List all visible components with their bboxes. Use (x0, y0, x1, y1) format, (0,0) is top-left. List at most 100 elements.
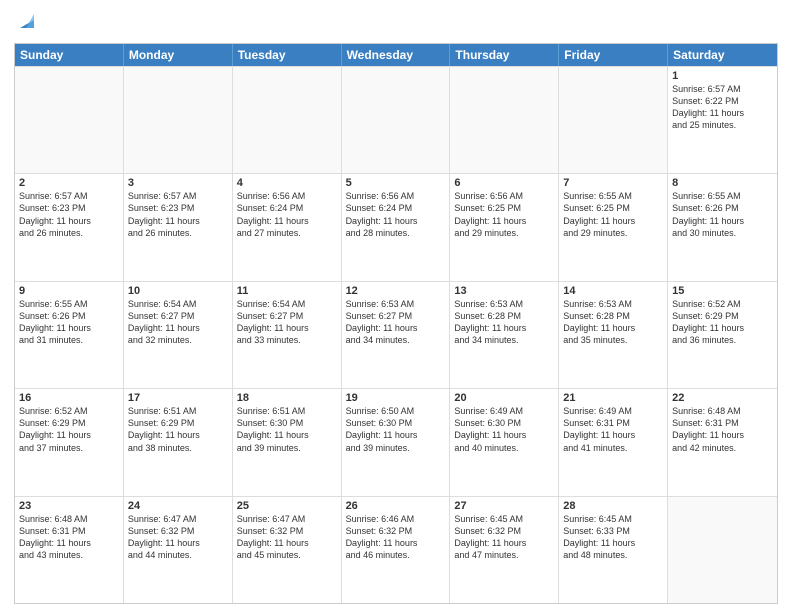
day-cell-19: 19Sunrise: 6:50 AM Sunset: 6:30 PM Dayli… (342, 389, 451, 495)
day-info: Sunrise: 6:53 AM Sunset: 6:28 PM Dayligh… (454, 298, 554, 347)
day-number: 2 (19, 177, 119, 189)
empty-cell-0-2 (233, 67, 342, 173)
calendar-body: 1Sunrise: 6:57 AM Sunset: 6:22 PM Daylig… (15, 66, 777, 603)
empty-cell-0-5 (559, 67, 668, 173)
day-number: 22 (672, 392, 773, 404)
logo-icon (16, 10, 38, 32)
day-cell-16: 16Sunrise: 6:52 AM Sunset: 6:29 PM Dayli… (15, 389, 124, 495)
day-number: 15 (672, 285, 773, 297)
day-number: 16 (19, 392, 119, 404)
day-cell-11: 11Sunrise: 6:54 AM Sunset: 6:27 PM Dayli… (233, 282, 342, 388)
day-info: Sunrise: 6:52 AM Sunset: 6:29 PM Dayligh… (19, 405, 119, 454)
day-cell-17: 17Sunrise: 6:51 AM Sunset: 6:29 PM Dayli… (124, 389, 233, 495)
day-number: 1 (672, 70, 773, 82)
day-cell-26: 26Sunrise: 6:46 AM Sunset: 6:32 PM Dayli… (342, 497, 451, 603)
day-cell-21: 21Sunrise: 6:49 AM Sunset: 6:31 PM Dayli… (559, 389, 668, 495)
week-row-2: 2 Sunrise: 6:57 AM Sunset: 6:23 PM Daylig… (15, 173, 777, 280)
day-cell-10: 10Sunrise: 6:54 AM Sunset: 6:27 PM Dayli… (124, 282, 233, 388)
day-info: Sunrise: 6:57 AM Sunset: 6:23 PM Dayligh… (128, 190, 228, 239)
logo-text (14, 10, 38, 37)
empty-cell-0-1 (124, 67, 233, 173)
day-cell-9: 9Sunrise: 6:55 AM Sunset: 6:26 PM Daylig… (15, 282, 124, 388)
week-row-3: 9Sunrise: 6:55 AM Sunset: 6:26 PM Daylig… (15, 281, 777, 388)
day-cell-4: 4Sunrise: 6:56 AM Sunset: 6:24 PM Daylig… (233, 174, 342, 280)
day-cell-12: 12Sunrise: 6:53 AM Sunset: 6:27 PM Dayli… (342, 282, 451, 388)
day-number: 7 (563, 177, 663, 189)
day-number: 5 (346, 177, 446, 189)
day-cell-25: 25Sunrise: 6:47 AM Sunset: 6:32 PM Dayli… (233, 497, 342, 603)
empty-cell-4-6 (668, 497, 777, 603)
day-cell-3: 3Sunrise: 6:57 AM Sunset: 6:23 PM Daylig… (124, 174, 233, 280)
day-cell-24: 24Sunrise: 6:47 AM Sunset: 6:32 PM Dayli… (124, 497, 233, 603)
day-info: Sunrise: 6:56 AM Sunset: 6:25 PM Dayligh… (454, 190, 554, 239)
day-info: Sunrise: 6:54 AM Sunset: 6:27 PM Dayligh… (128, 298, 228, 347)
header (14, 10, 778, 37)
day-info: Sunrise: 6:45 AM Sunset: 6:33 PM Dayligh… (563, 513, 663, 562)
day-info: Sunrise: 6:49 AM Sunset: 6:31 PM Dayligh… (563, 405, 663, 454)
day-cell-2: 2Sunrise: 6:57 AM Sunset: 6:23 PM Daylig… (15, 174, 124, 280)
week-row-5: 23Sunrise: 6:48 AM Sunset: 6:31 PM Dayli… (15, 496, 777, 603)
day-number: 8 (672, 177, 773, 189)
header-cell-friday: Friday (559, 44, 668, 66)
day-info: Sunrise: 6:55 AM Sunset: 6:26 PM Dayligh… (672, 190, 773, 239)
day-number: 21 (563, 392, 663, 404)
day-info: Sunrise: 6:45 AM Sunset: 6:32 PM Dayligh… (454, 513, 554, 562)
day-number: 12 (346, 285, 446, 297)
day-cell-8: 8Sunrise: 6:55 AM Sunset: 6:26 PM Daylig… (668, 174, 777, 280)
week-row-1: 1Sunrise: 6:57 AM Sunset: 6:22 PM Daylig… (15, 66, 777, 173)
empty-cell-0-0 (15, 67, 124, 173)
day-info: Sunrise: 6:56 AM Sunset: 6:24 PM Dayligh… (237, 190, 337, 239)
day-info: Sunrise: 6:48 AM Sunset: 6:31 PM Dayligh… (19, 513, 119, 562)
day-cell-23: 23Sunrise: 6:48 AM Sunset: 6:31 PM Dayli… (15, 497, 124, 603)
day-number: 11 (237, 285, 337, 297)
day-info: Sunrise: 6:49 AM Sunset: 6:30 PM Dayligh… (454, 405, 554, 454)
day-number: 25 (237, 500, 337, 512)
day-number: 6 (454, 177, 554, 189)
day-cell-7: 7Sunrise: 6:55 AM Sunset: 6:25 PM Daylig… (559, 174, 668, 280)
header-cell-saturday: Saturday (668, 44, 777, 66)
day-info: Sunrise: 6:57 AM Sunset: 6:22 PM Dayligh… (672, 83, 773, 132)
day-cell-27: 27Sunrise: 6:45 AM Sunset: 6:32 PM Dayli… (450, 497, 559, 603)
day-cell-15: 15Sunrise: 6:52 AM Sunset: 6:29 PM Dayli… (668, 282, 777, 388)
day-number: 24 (128, 500, 228, 512)
header-cell-sunday: Sunday (15, 44, 124, 66)
day-cell-28: 28Sunrise: 6:45 AM Sunset: 6:33 PM Dayli… (559, 497, 668, 603)
day-info: Sunrise: 6:51 AM Sunset: 6:30 PM Dayligh… (237, 405, 337, 454)
empty-cell-0-4 (450, 67, 559, 173)
week-row-4: 16Sunrise: 6:52 AM Sunset: 6:29 PM Dayli… (15, 388, 777, 495)
day-number: 18 (237, 392, 337, 404)
header-cell-tuesday: Tuesday (233, 44, 342, 66)
empty-cell-0-3 (342, 67, 451, 173)
day-info: Sunrise: 6:53 AM Sunset: 6:27 PM Dayligh… (346, 298, 446, 347)
day-cell-14: 14Sunrise: 6:53 AM Sunset: 6:28 PM Dayli… (559, 282, 668, 388)
day-number: 10 (128, 285, 228, 297)
calendar: SundayMondayTuesdayWednesdayThursdayFrid… (14, 43, 778, 604)
day-number: 4 (237, 177, 337, 189)
calendar-header-row: SundayMondayTuesdayWednesdayThursdayFrid… (15, 44, 777, 66)
day-info: Sunrise: 6:54 AM Sunset: 6:27 PM Dayligh… (237, 298, 337, 347)
day-cell-18: 18Sunrise: 6:51 AM Sunset: 6:30 PM Dayli… (233, 389, 342, 495)
day-info: Sunrise: 6:51 AM Sunset: 6:29 PM Dayligh… (128, 405, 228, 454)
day-cell-1: 1Sunrise: 6:57 AM Sunset: 6:22 PM Daylig… (668, 67, 777, 173)
day-info: Sunrise: 6:47 AM Sunset: 6:32 PM Dayligh… (237, 513, 337, 562)
day-info: Sunrise: 6:53 AM Sunset: 6:28 PM Dayligh… (563, 298, 663, 347)
day-info: Sunrise: 6:52 AM Sunset: 6:29 PM Dayligh… (672, 298, 773, 347)
day-info: Sunrise: 6:56 AM Sunset: 6:24 PM Dayligh… (346, 190, 446, 239)
header-cell-thursday: Thursday (450, 44, 559, 66)
day-cell-13: 13Sunrise: 6:53 AM Sunset: 6:28 PM Dayli… (450, 282, 559, 388)
header-cell-monday: Monday (124, 44, 233, 66)
day-info: Sunrise: 6:48 AM Sunset: 6:31 PM Dayligh… (672, 405, 773, 454)
day-number: 9 (19, 285, 119, 297)
day-number: 23 (19, 500, 119, 512)
day-info: Sunrise: 6:47 AM Sunset: 6:32 PM Dayligh… (128, 513, 228, 562)
day-cell-5: 5Sunrise: 6:56 AM Sunset: 6:24 PM Daylig… (342, 174, 451, 280)
day-cell-22: 22Sunrise: 6:48 AM Sunset: 6:31 PM Dayli… (668, 389, 777, 495)
day-cell-6: 6Sunrise: 6:56 AM Sunset: 6:25 PM Daylig… (450, 174, 559, 280)
page: SundayMondayTuesdayWednesdayThursdayFrid… (0, 0, 792, 612)
day-number: 13 (454, 285, 554, 297)
day-info: Sunrise: 6:55 AM Sunset: 6:25 PM Dayligh… (563, 190, 663, 239)
day-info: Sunrise: 6:46 AM Sunset: 6:32 PM Dayligh… (346, 513, 446, 562)
day-info: Sunrise: 6:50 AM Sunset: 6:30 PM Dayligh… (346, 405, 446, 454)
day-number: 26 (346, 500, 446, 512)
day-number: 27 (454, 500, 554, 512)
